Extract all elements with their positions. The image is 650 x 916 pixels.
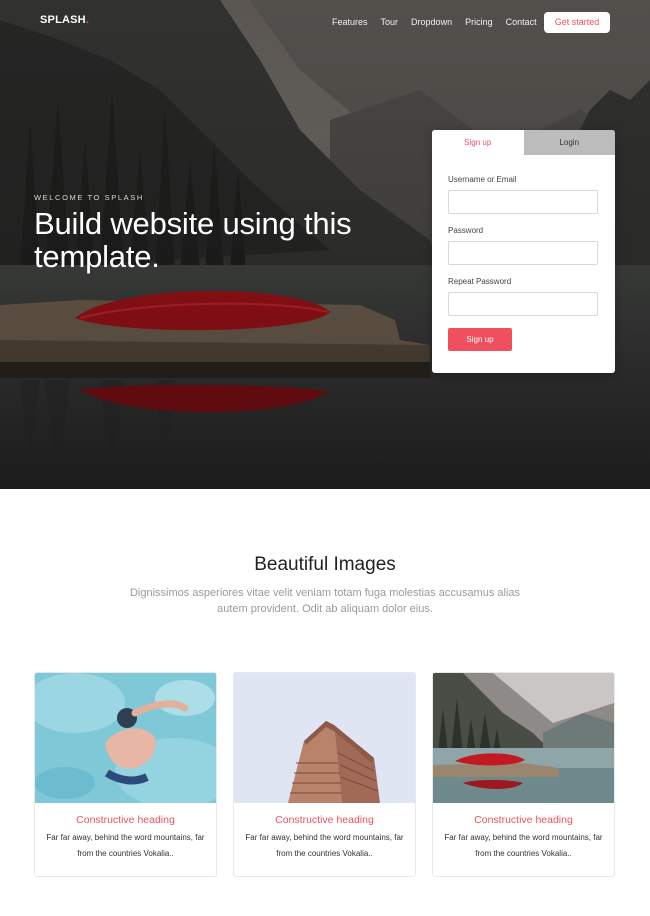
repeat-password-input[interactable] [448,292,598,316]
password-input[interactable] [448,241,598,265]
nav-item-features[interactable]: Features [332,17,368,27]
form-body: Username or Email Password Repeat Passwo… [432,155,615,351]
lake-canoe-image [433,673,614,803]
nav-item-dropdown[interactable]: Dropdown [411,17,452,27]
nav-item-contact[interactable]: Contact [506,17,537,27]
image-card[interactable]: Constructive heading Far far away, behin… [432,672,615,877]
card-text: Far far away, behind the word mountains,… [245,833,404,858]
main-nav: Features Tour Dropdown Pricing Contact [332,17,537,27]
tab-login[interactable]: Login [523,130,615,155]
brand-name: SPLASH [40,14,86,26]
username-email-input[interactable] [448,190,598,214]
hero-kicker: Welcome to Splash [34,193,144,202]
sign-up-button[interactable]: Sign up [448,328,512,351]
swimmer-image [35,673,216,803]
card-heading[interactable]: Constructive heading [35,814,216,826]
password-label: Password [448,226,484,235]
tab-sign-up[interactable]: Sign up [432,130,524,155]
username-label: Username or Email [448,175,517,184]
signup-form-card: Sign up Login Username or Email Password… [432,130,615,373]
nav-item-tour[interactable]: Tour [381,17,399,27]
image-card[interactable]: Constructive heading Far far away, behin… [34,672,217,877]
building-image [234,673,415,803]
repeat-password-label: Repeat Password [448,277,512,286]
brand-logo[interactable]: SPLASH. [40,14,89,26]
card-heading[interactable]: Constructive heading [433,814,614,826]
form-tabs: Sign up Login [432,130,615,155]
card-text: Far far away, behind the word mountains,… [444,833,603,858]
card-heading[interactable]: Constructive heading [234,814,415,826]
brand-dot: . [85,14,90,26]
nav-item-pricing[interactable]: Pricing [465,17,493,27]
card-text: Far far away, behind the word mountains,… [46,833,205,858]
hero-title: Build website using this template. [34,206,352,274]
hero-section: SPLASH. Features Tour Dropdown Pricing C… [0,0,650,489]
section-title: Beautiful Images [254,554,396,575]
section-description: Dignissimos asperiores vitae velit venia… [129,587,521,615]
get-started-button[interactable]: Get started [544,12,610,33]
image-card[interactable]: Constructive heading Far far away, behin… [233,672,416,877]
